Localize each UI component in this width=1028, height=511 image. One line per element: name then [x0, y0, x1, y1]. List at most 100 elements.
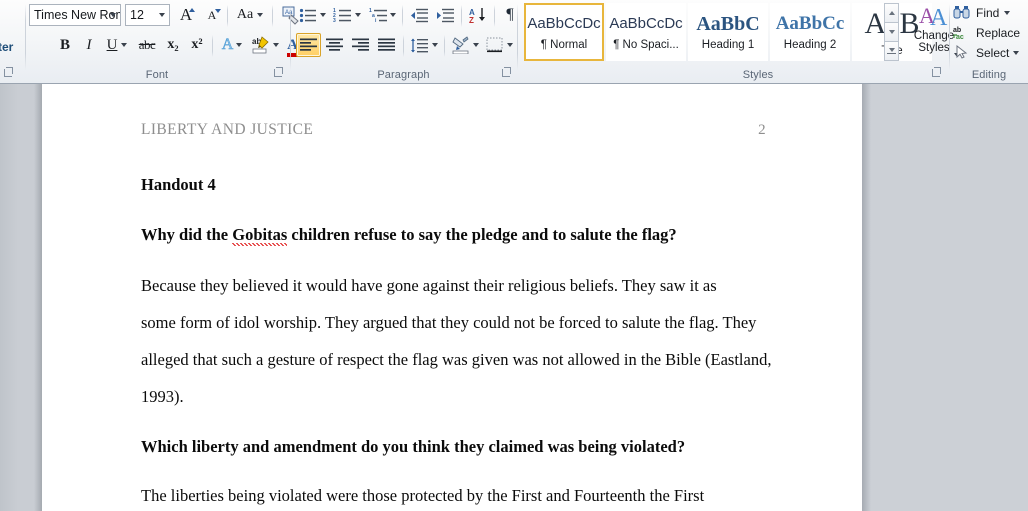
- style-preview: AaBbCcDc: [527, 14, 601, 32]
- word-application-window: ter Times New Rom 12 A A: [0, 0, 1028, 511]
- font-name-combo[interactable]: Times New Rom: [29, 4, 121, 26]
- strikethrough-icon: abc: [138, 37, 156, 52]
- multilevel-list-button[interactable]: 1 a i: [365, 3, 399, 27]
- more-bar-icon: [887, 53, 896, 54]
- style-item-no-spacing[interactable]: AaBbCcDc ¶ No Spaci...: [606, 3, 686, 61]
- superscript-button[interactable]: x²: [184, 33, 210, 57]
- svg-text:i: i: [375, 18, 377, 23]
- increase-indent-button[interactable]: [432, 3, 458, 27]
- style-preview: AaBbCcDc: [609, 14, 683, 32]
- question-1-post: children refuse to say the pledge and to…: [287, 225, 677, 244]
- styles-scroll-up-button[interactable]: [884, 3, 899, 23]
- paragraph-divider-2: [461, 5, 462, 27]
- clipboard-dialog-launcher[interactable]: [3, 67, 14, 78]
- format-painter-partial-label[interactable]: ter: [0, 40, 13, 55]
- styles-scroll-down-button[interactable]: [884, 23, 899, 42]
- decrease-indent-button[interactable]: [406, 3, 432, 27]
- paragraph-question-1: Why did the Gobitas children refuse to s…: [141, 225, 769, 246]
- font-name-value: Times New Rom: [34, 8, 121, 22]
- misspelled-word-gobitas[interactable]: Gobitas: [232, 225, 288, 246]
- bold-button[interactable]: B: [53, 33, 77, 57]
- chevron-down-icon: [110, 13, 116, 17]
- font-divider: [227, 5, 228, 27]
- decrease-indent-icon: [410, 8, 428, 22]
- grow-arrow-icon: [189, 8, 195, 12]
- svg-text:ab: ab: [953, 27, 961, 34]
- document-canvas[interactable]: LIBERTY AND JUSTICE 2 Handout 4 Why did …: [0, 84, 1028, 511]
- paragraph-divider-4: [403, 35, 404, 57]
- cursor-arrow-icon: [956, 45, 968, 59]
- superscript-icon: x²: [191, 37, 203, 52]
- styles-more-button[interactable]: [884, 42, 899, 61]
- select-button[interactable]: Select: [953, 43, 1027, 62]
- font-size-value: 12: [130, 8, 144, 22]
- chevron-down-icon: [473, 43, 479, 47]
- numbering-button[interactable]: 1 2 3: [330, 3, 364, 27]
- ribbon-group-clipboard-partial: ter: [0, 0, 24, 83]
- justify-button[interactable]: [374, 33, 399, 57]
- borders-button[interactable]: [483, 33, 515, 57]
- text-highlight-icon: ab: [252, 36, 269, 54]
- binoculars-icon: [953, 6, 970, 19]
- style-item-normal[interactable]: AaBbCcDc ¶ Normal: [524, 3, 604, 61]
- align-right-button[interactable]: [348, 33, 373, 57]
- multilevel-list-icon: 1 a i: [369, 8, 387, 23]
- subscript-button[interactable]: x₂: [160, 33, 186, 57]
- styles-dialog-launcher[interactable]: [931, 67, 942, 78]
- chevron-down-icon: [1013, 50, 1020, 55]
- paragraph-divider-5: [444, 35, 445, 57]
- text-effects-icon: A: [221, 36, 234, 54]
- find-label: Find: [976, 5, 1000, 20]
- style-name: ¶ No Spaci...: [613, 38, 679, 51]
- styles-gallery-scroller[interactable]: [884, 3, 899, 61]
- ribbon-group-editing: Find ab ac Replace Select Editing: [950, 0, 1028, 83]
- header-title: LIBERTY AND JUSTICE: [141, 121, 314, 138]
- chevron-down-icon: [506, 43, 513, 47]
- italic-button[interactable]: I: [77, 33, 101, 57]
- sort-button[interactable]: A Z: [465, 3, 491, 27]
- replace-label: Replace: [976, 25, 1021, 40]
- chevron-down-icon: [1004, 10, 1011, 15]
- style-item-heading-2[interactable]: AaBbCc Heading 2: [770, 3, 850, 61]
- shrink-font-button[interactable]: A: [200, 3, 224, 27]
- ribbon-group-paragraph: 1 2 3 1 a i A Z ¶ Paragraph: [291, 0, 516, 83]
- font-dialog-launcher[interactable]: [273, 67, 284, 78]
- underline-button[interactable]: U: [101, 33, 133, 57]
- grow-font-button[interactable]: A: [174, 3, 198, 27]
- change-case-button[interactable]: Aa: [232, 3, 268, 27]
- subscript-icon: x₂: [167, 37, 179, 52]
- strikethrough-button[interactable]: abc: [134, 33, 160, 57]
- chevron-down-icon: [159, 13, 165, 17]
- chevron-down-icon: [888, 30, 895, 34]
- shading-icon: [452, 36, 469, 54]
- paragraph-answer-1-line-3: alleged that such a gesture of respect t…: [141, 350, 772, 369]
- paragraph-handout: Handout 4: [141, 175, 216, 194]
- style-name: Heading 1: [701, 38, 755, 51]
- font-size-combo[interactable]: 12: [125, 4, 170, 26]
- style-item-heading-1[interactable]: AaBbC Heading 1: [688, 3, 768, 61]
- paragraph-dialog-launcher[interactable]: [501, 67, 512, 78]
- svg-text:3: 3: [333, 18, 336, 23]
- text-effects-button[interactable]: A: [216, 33, 248, 57]
- align-center-icon: [325, 38, 343, 51]
- line-spacing-button[interactable]: [407, 33, 441, 57]
- style-preview: AaBbC: [696, 12, 760, 35]
- shading-button[interactable]: [448, 33, 482, 57]
- font-divider-2: [272, 5, 273, 27]
- font-divider-3: [212, 35, 213, 57]
- chevron-down-icon: [257, 13, 264, 17]
- bullets-icon: [299, 8, 316, 22]
- align-left-button[interactable]: [296, 33, 321, 57]
- underline-icon: U: [106, 36, 118, 53]
- page-shadow-right: [862, 84, 871, 511]
- document-header: LIBERTY AND JUSTICE 2: [141, 121, 766, 139]
- align-center-button[interactable]: [322, 33, 347, 57]
- text-highlight-button[interactable]: ab: [248, 33, 282, 57]
- document-page[interactable]: LIBERTY AND JUSTICE 2 Handout 4 Why did …: [42, 84, 862, 511]
- find-button[interactable]: Find: [953, 3, 1027, 22]
- style-preview: AaBbCc: [775, 12, 845, 34]
- chevron-down-icon: [389, 13, 396, 17]
- bullets-button[interactable]: [296, 3, 328, 27]
- replace-button[interactable]: ab ac Replace: [953, 23, 1027, 42]
- editing-group-label: Editing: [971, 69, 1007, 81]
